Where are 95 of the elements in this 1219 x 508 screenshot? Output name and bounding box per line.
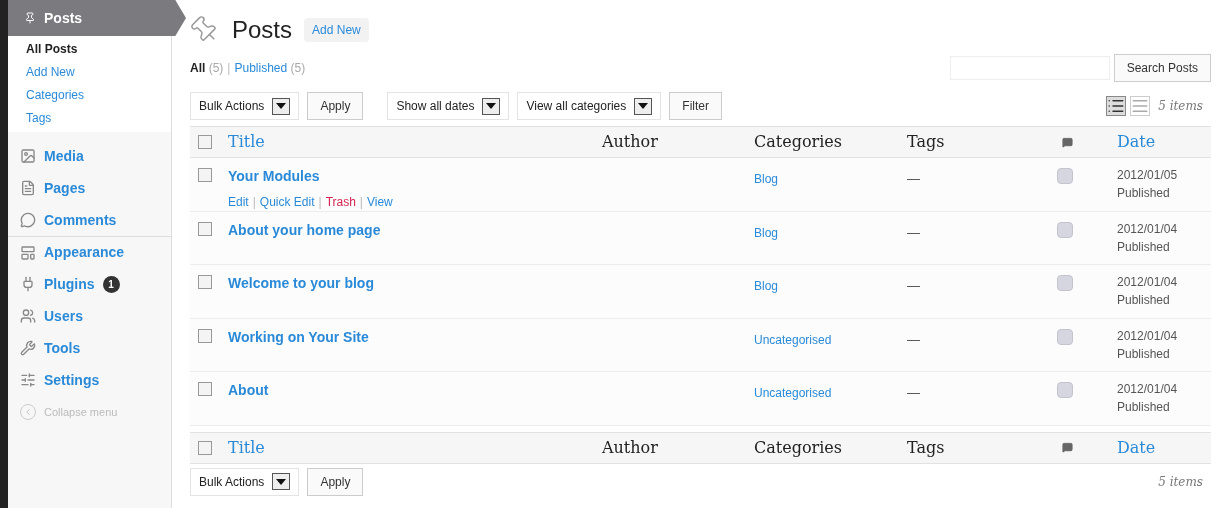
row-action-link[interactable]: Quick Edit	[259, 193, 315, 211]
submenu-item[interactable]: All Posts	[26, 40, 171, 59]
search-posts-button[interactable]: Search Posts	[1113, 54, 1211, 82]
post-title-link[interactable]: Your Modules	[228, 166, 602, 187]
tags-cell: —	[907, 224, 920, 240]
column-header[interactable]: Title	[228, 437, 265, 457]
comment-icon	[1062, 136, 1073, 148]
row-checkbox[interactable]	[198, 221, 212, 236]
column-header: Tags	[907, 132, 945, 151]
column-header: Categories	[754, 132, 842, 151]
select-label: View all categories	[526, 98, 627, 115]
category-link[interactable]: Uncategorised	[754, 332, 832, 347]
post-date: 2012/01/05	[1117, 167, 1179, 184]
status-filter-link[interactable]: All (5)	[190, 59, 224, 77]
sidebar-item[interactable]: Tools	[44, 337, 81, 359]
category-filter-select[interactable]: View all categories	[517, 92, 662, 120]
status-filter-link[interactable]: Published (5)	[234, 59, 306, 77]
items-count: 5 items	[1158, 473, 1204, 491]
sidebar-item[interactable]: Comments	[44, 209, 117, 231]
row-action-link[interactable]: Edit	[228, 193, 249, 211]
update-count-badge: 1	[102, 275, 120, 293]
row-action-link[interactable]: View	[367, 193, 393, 211]
row-checkbox[interactable]	[198, 168, 212, 182]
post-title-link[interactable]: About	[228, 380, 602, 401]
sidebar-item[interactable]: Plugins	[44, 273, 95, 295]
sidebar-item[interactable]: Appearance	[44, 242, 125, 263]
filter-button[interactable]: Filter	[669, 92, 722, 120]
column-header: Author	[602, 132, 658, 151]
separator: |	[318, 194, 322, 211]
submenu-item[interactable]: Add New	[26, 63, 171, 82]
select-label: Bulk Actions	[199, 473, 265, 491]
post-date: 2012/01/04	[1117, 381, 1179, 398]
sliders-icon	[20, 372, 36, 388]
pin-icon	[24, 12, 36, 24]
list-view-icon[interactable]	[1106, 96, 1127, 116]
post-status: Published	[1117, 399, 1171, 416]
select-all-checkbox[interactable]	[198, 440, 212, 455]
column-header[interactable]: Date	[1117, 132, 1156, 151]
plug-icon	[20, 276, 36, 292]
sidebar-item[interactable]: Settings	[44, 369, 100, 391]
row-checkbox[interactable]	[198, 328, 212, 343]
category-link[interactable]: Uncategorised	[754, 386, 832, 400]
post-title-link[interactable]: About your home page	[228, 219, 602, 241]
post-status: Published	[1117, 345, 1171, 363]
post-date: 2012/01/04	[1117, 274, 1179, 291]
post-title-link[interactable]: Welcome to your blog	[228, 273, 602, 294]
add-new-button[interactable]: Add New	[304, 18, 369, 42]
bulk-actions-select[interactable]: Bulk Actions	[190, 467, 300, 496]
apply-button[interactable]: Apply	[307, 92, 364, 120]
submenu-item[interactable]: Categories	[26, 86, 171, 105]
separator: |	[227, 60, 231, 77]
sidebar-item[interactable]: Pages	[44, 177, 86, 199]
current-item-label: Posts	[44, 8, 83, 28]
separator: |	[359, 194, 363, 211]
category-link[interactable]: Blog	[754, 279, 779, 293]
column-header: Tags	[907, 437, 945, 457]
select-all-checkbox[interactable]	[198, 135, 212, 149]
category-link[interactable]: Blog	[754, 172, 779, 186]
row-checkbox[interactable]	[198, 275, 212, 289]
people-icon	[20, 308, 36, 324]
column-header: Author	[602, 437, 658, 457]
tags-cell: —	[907, 171, 920, 186]
post-status: Published	[1117, 292, 1171, 309]
tags-cell: —	[907, 278, 920, 293]
row-action-link[interactable]: Trash	[325, 193, 356, 211]
column-header[interactable]: Title	[228, 132, 265, 151]
sidebar-current-item[interactable]: Posts	[8, 0, 186, 36]
column-header[interactable]: Date	[1117, 437, 1156, 457]
bulk-actions-select[interactable]: Bulk Actions	[190, 92, 300, 120]
separator: |	[252, 194, 256, 211]
category-link[interactable]: Blog	[754, 225, 779, 240]
post-date: 2012/01/04	[1117, 220, 1179, 238]
wrench-icon	[20, 340, 36, 356]
tags-cell: —	[907, 385, 920, 400]
layout-icon	[20, 244, 36, 261]
post-status: Published	[1117, 238, 1171, 256]
tags-cell: —	[907, 331, 920, 347]
post-status: Published	[1117, 185, 1171, 202]
sidebar-item[interactable]: Users	[44, 305, 83, 327]
speech-bubble-icon	[20, 212, 36, 228]
items-count: 5 items	[1158, 98, 1203, 115]
post-date: 2012/01/04	[1117, 327, 1179, 345]
select-label: Show all dates	[396, 98, 475, 115]
image-icon	[20, 148, 36, 164]
submenu-item[interactable]: Tags	[26, 109, 171, 128]
post-title-link[interactable]: Working on Your Site	[228, 326, 602, 348]
page-title: Posts	[232, 15, 293, 45]
page-icon	[20, 180, 36, 196]
select-label: Bulk Actions	[199, 98, 265, 115]
row-checkbox[interactable]	[198, 382, 212, 396]
apply-button[interactable]: Apply	[307, 467, 364, 496]
comment-icon	[1062, 442, 1073, 453]
date-filter-select[interactable]: Show all dates	[387, 92, 510, 120]
column-header: Categories	[754, 437, 842, 457]
sidebar-item[interactable]: Media	[44, 145, 84, 167]
